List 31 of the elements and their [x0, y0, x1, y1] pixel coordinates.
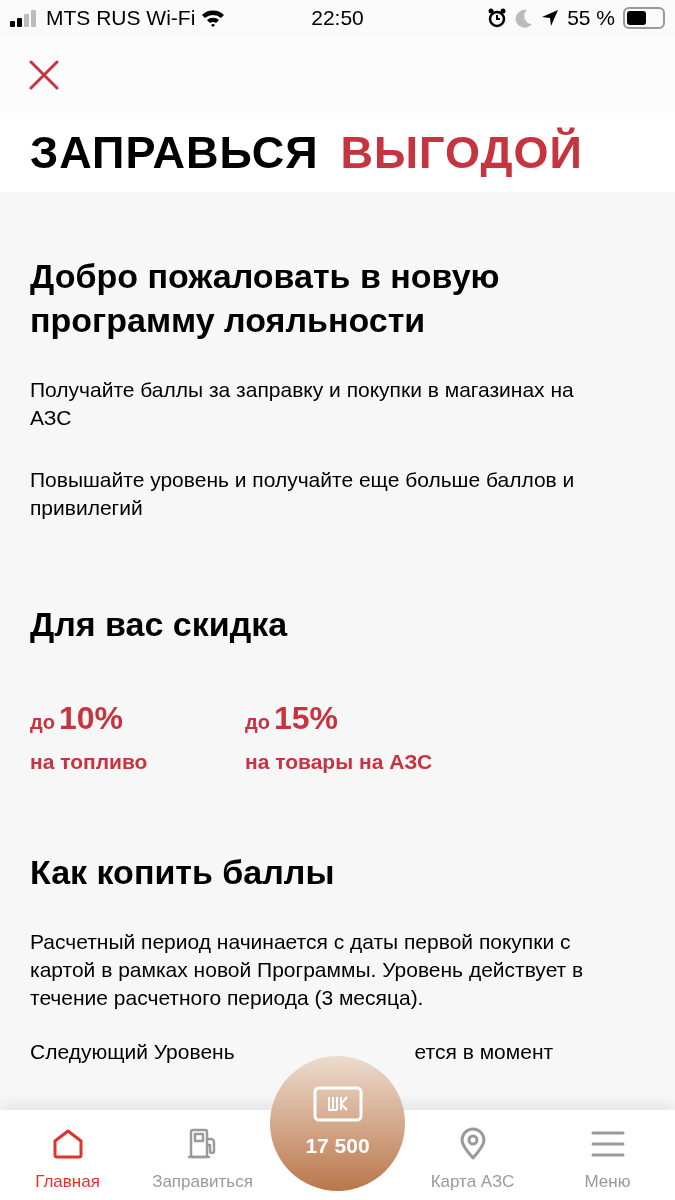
discount-caption: на топливо: [30, 749, 149, 775]
discount-value: 15%: [273, 699, 338, 738]
logo-text: ЗАПРАВЬСЯ: [30, 130, 319, 175]
discount-prefix: до: [30, 710, 55, 735]
paragraph: Получайте баллы за заправку и покупки в магазинах на АЗС: [30, 377, 575, 431]
card-icon: [312, 1085, 363, 1122]
battery-percent: 55 %: [567, 5, 615, 32]
nav-tab[interactable]: Главная: [0, 1126, 135, 1194]
wifi-icon: [201, 9, 226, 27]
section-title: Для вас скидка: [30, 604, 289, 645]
nav-tab[interactable]: Карта АЗС: [405, 1126, 540, 1194]
carrier-name: MTS RUS Wi-Fi: [46, 5, 196, 32]
alarm-icon: [487, 8, 508, 28]
paragraph-fragment: ется в момент: [414, 1038, 554, 1065]
nav-tab[interactable]: Меню: [540, 1126, 675, 1194]
paragraph-fragment: Следующий Уровень: [30, 1038, 235, 1065]
discount-value: 10%: [58, 699, 123, 738]
nav-tab[interactable]: Заправиться: [135, 1126, 270, 1194]
status-time: 22:50: [311, 5, 364, 32]
section-title: Добро пожаловать в новую программу лояльности: [30, 256, 501, 341]
paragraph: Повышайте уровень и получайте еще больше баллов и привилегий: [30, 467, 576, 521]
section-title: Как копить баллы: [30, 851, 336, 893]
close-button[interactable]: [28, 58, 60, 91]
discount-caption: на товары на АЗС: [245, 749, 434, 775]
paragraph: Расчетный период начинается с даты первой покупки с картой в рамках новой Программы. Уровень действует в течение расчетного периода (3 месяца).: [30, 928, 585, 1011]
moon-icon: [515, 8, 534, 28]
card-balance-button[interactable]: 17 500: [270, 1056, 405, 1191]
discount-prefix: до: [245, 710, 270, 735]
location-arrow-icon: [541, 9, 560, 27]
battery-icon: [623, 7, 665, 29]
close-icon: [29, 59, 59, 90]
